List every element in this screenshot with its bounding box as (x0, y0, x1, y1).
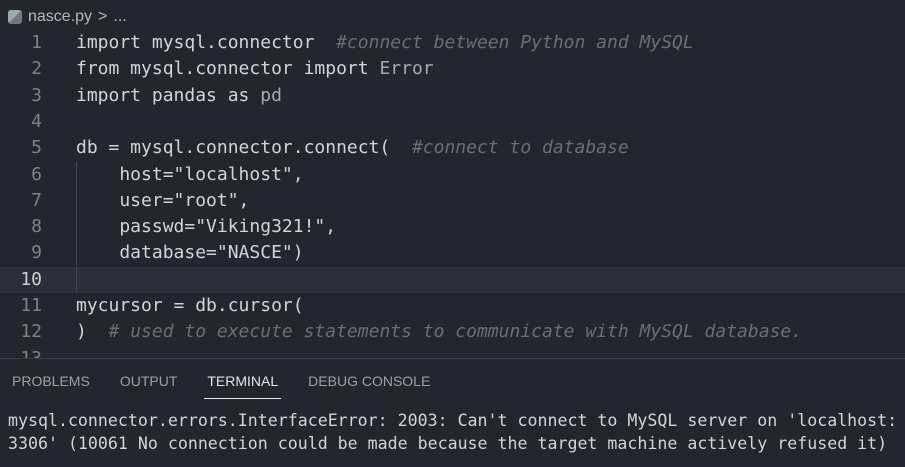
code-text: from mysql.connector import Error (76, 56, 434, 82)
code-token: mycursor = db.cursor( (76, 295, 304, 316)
line-number: 3 (31, 84, 42, 106)
code-line[interactable]: 7 user="root", (0, 187, 905, 214)
code-line[interactable]: 8 passwd="Viking321!", (0, 214, 905, 241)
code-token: Error (379, 58, 434, 80)
line-number: 11 (20, 295, 42, 316)
code-token: import mysql.connector (76, 32, 337, 53)
code-comment: #connect to database (411, 137, 629, 159)
line-number: 9 (31, 242, 42, 264)
panel-tabs: PROBLEMS OUTPUT TERMINAL DEBUG CONSOLE (12, 373, 430, 399)
code-token: pd (260, 84, 282, 106)
code-text: db = mysql.connector.connect( #connect t… (76, 135, 629, 161)
code-text: ) # used to execute statements to commun… (76, 319, 802, 345)
chevron-right-icon: > (98, 8, 108, 25)
line-number: 8 (31, 216, 42, 238)
code-token: ) (76, 321, 109, 343)
code-line[interactable]: 10 (0, 266, 905, 293)
code-token: database="NASCE") (76, 242, 304, 264)
tab-debug-console[interactable]: DEBUG CONSOLE (308, 373, 430, 399)
line-number: 10 (20, 268, 42, 290)
line-number: 13 (0, 346, 42, 358)
code-line[interactable]: 4 (0, 109, 905, 135)
line-number: 6 (31, 163, 42, 185)
code-line[interactable]: 13 (0, 346, 905, 358)
tab-terminal[interactable]: TERMINAL (204, 373, 281, 399)
terminal-line: mysql.connector.errors.InterfaceError: 2… (8, 411, 898, 430)
code-comment: #connect between Python and MySQL (336, 32, 694, 53)
code-line[interactable]: 9 database="NASCE") (0, 240, 905, 267)
code-token: from mysql.connector import (76, 58, 380, 80)
code-text: database="NASCE") (76, 240, 304, 266)
code-line[interactable]: 12) # used to execute statements to comm… (0, 319, 905, 345)
code-text: import mysql.connector #connect between … (76, 30, 694, 56)
code-editor[interactable]: 1 import mysql.connector #connect between… (0, 30, 905, 358)
line-number: 1 (31, 32, 42, 53)
bottom-panel: PROBLEMS OUTPUT TERMINAL DEBUG CONSOLE m… (0, 358, 905, 467)
indent-guide (76, 266, 77, 293)
code-line[interactable]: 6 host="localhost", (0, 161, 905, 188)
breadcrumb-file[interactable]: nasce.py (28, 8, 92, 26)
breadcrumb: nasce.py > ... (8, 6, 127, 28)
code-token: db = mysql.connector.connect( (76, 137, 412, 159)
code-line[interactable]: 2 from mysql.connector import Error (0, 56, 905, 82)
code-text: user="root", (76, 188, 249, 214)
tab-output[interactable]: OUTPUT (120, 373, 178, 399)
code-token: host="localhost", (76, 163, 304, 185)
line-number: 4 (31, 110, 42, 132)
line-number: 7 (31, 189, 42, 211)
tab-problems[interactable]: PROBLEMS (12, 373, 90, 399)
line-number: 5 (31, 137, 42, 159)
code-token: passwd="Viking321!", (76, 216, 337, 238)
line-number: 2 (31, 58, 42, 80)
code-text: import pandas as pd (76, 83, 282, 109)
line-number: 12 (20, 321, 42, 343)
code-text: passwd="Viking321!", (76, 214, 336, 240)
terminal-line: 3306' (10061 No connection could be made… (8, 434, 888, 453)
code-comment: # used to execute statements to communic… (108, 321, 803, 343)
code-text: host="localhost", (76, 162, 304, 188)
code-line[interactable]: 11 mycursor = db.cursor( (0, 293, 905, 319)
python-file-icon (8, 10, 22, 24)
code-line[interactable]: 3 import pandas as pd (0, 83, 905, 109)
code-text: mycursor = db.cursor( (76, 293, 304, 319)
code-token: import pandas as (76, 84, 261, 106)
code-line[interactable]: 1 import mysql.connector #connect between… (0, 30, 905, 56)
code-token: user="root", (76, 189, 250, 211)
terminal-output[interactable]: mysql.connector.errors.InterfaceError: 2… (8, 409, 897, 455)
code-line[interactable]: 5 db = mysql.connector.connect( #connect … (0, 135, 905, 161)
breadcrumb-symbols[interactable]: ... (113, 8, 126, 26)
